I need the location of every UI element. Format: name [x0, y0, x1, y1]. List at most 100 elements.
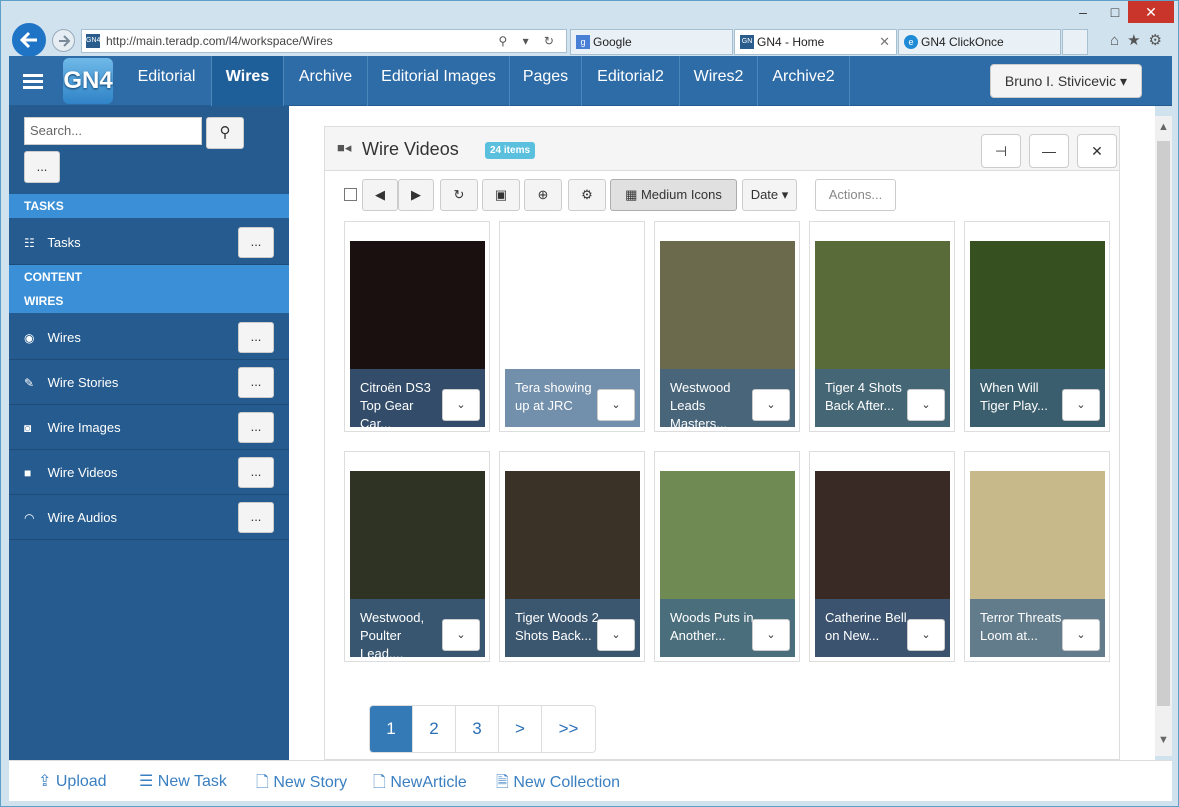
- sidebar-item-wire-images[interactable]: ◙ Wire Images ...: [9, 405, 289, 450]
- sidebar-item-wire-videos[interactable]: ■ Wire Videos ...: [9, 450, 289, 495]
- hamburger-menu-icon[interactable]: [23, 74, 43, 77]
- page-next[interactable]: >: [499, 706, 542, 752]
- sidebar-item-tasks[interactable]: ☷ Tasks ...: [9, 220, 289, 265]
- scroll-down-icon[interactable]: ▼: [1155, 734, 1172, 746]
- video-thumbnail[interactable]: Terror Threats Loom at... ⌄: [970, 471, 1105, 657]
- new-tab-button[interactable]: [1062, 29, 1088, 55]
- refresh-button[interactable]: ↻: [440, 179, 478, 211]
- sidebar-item-wires[interactable]: ◉ Wires ...: [9, 315, 289, 360]
- video-card[interactable]: Tiger Woods 2 Shots Back... ⌄: [499, 451, 645, 662]
- url-text: http://main.teradp.com/l4/workspace/Wire…: [106, 34, 333, 48]
- pin-button[interactable]: ⊣: [981, 134, 1021, 168]
- zoom-button[interactable]: ⊕: [524, 179, 562, 211]
- wires-more-button[interactable]: ...: [238, 322, 274, 353]
- wire-audios-more-button[interactable]: ...: [238, 502, 274, 533]
- search-button[interactable]: ⚲: [206, 117, 244, 149]
- page-last[interactable]: >>: [542, 706, 595, 752]
- video-thumbnail[interactable]: Catherine Bell on New... ⌄: [815, 471, 950, 657]
- nav-editorial2[interactable]: Editorial2: [582, 56, 680, 106]
- wire-stories-more-button[interactable]: ...: [238, 367, 274, 398]
- card-menu-button[interactable]: ⌄: [442, 619, 480, 651]
- address-bar[interactable]: GN4 http://main.teradp.com/l4/workspace/…: [81, 29, 567, 53]
- new-story-link[interactable]: 🗋 New Story: [256, 771, 347, 798]
- camera-icon: ◙: [24, 421, 32, 435]
- card-menu-button[interactable]: ⌄: [442, 389, 480, 421]
- video-card[interactable]: Tera showing up at JRC ⌄: [499, 221, 645, 432]
- pagination: 1 2 3 > >>: [369, 705, 596, 753]
- wire-images-more-button[interactable]: ...: [238, 412, 274, 443]
- new-collection-link[interactable]: 🗎 New Collection: [496, 771, 620, 798]
- video-card[interactable]: Citroën DS3 Top Gear Car... ⌄: [344, 221, 490, 432]
- forward-button[interactable]: [52, 29, 75, 52]
- video-card[interactable]: When Will Tiger Play... ⌄: [964, 221, 1110, 432]
- page-2[interactable]: 2: [413, 706, 456, 752]
- nav-archive[interactable]: Archive: [284, 56, 368, 106]
- new-article-link[interactable]: 🗋 NewArticle: [373, 771, 467, 798]
- tab-gn4-clickonce[interactable]: e GN4 ClickOnce: [898, 29, 1061, 55]
- new-task-link[interactable]: ☰ New Task: [139, 771, 227, 791]
- card-menu-button[interactable]: ⌄: [752, 619, 790, 651]
- settings-button[interactable]: ⚙: [568, 179, 606, 211]
- nav-wires[interactable]: Wires: [212, 56, 284, 106]
- select-all-checkbox[interactable]: [344, 188, 357, 201]
- video-card[interactable]: Westwood, Poulter Lead,... ⌄: [344, 451, 490, 662]
- tab-close-icon[interactable]: ✕: [879, 30, 890, 54]
- nav-pages[interactable]: Pages: [510, 56, 582, 106]
- upload-link[interactable]: ⇪ Upload: [38, 771, 107, 791]
- view-mode-button[interactable]: ▦ Medium Icons: [610, 179, 737, 211]
- card-menu-button[interactable]: ⌄: [907, 389, 945, 421]
- card-menu-button[interactable]: ⌄: [752, 389, 790, 421]
- save-button[interactable]: ▣: [482, 179, 520, 211]
- card-menu-button[interactable]: ⌄: [907, 619, 945, 651]
- nav-wires2[interactable]: Wires2: [680, 56, 758, 106]
- sidebar-item-wire-audios[interactable]: ◠ Wire Audios ...: [9, 495, 289, 540]
- video-thumbnail[interactable]: Tera showing up at JRC ⌄: [505, 241, 640, 427]
- video-thumbnail[interactable]: When Will Tiger Play... ⌄: [970, 241, 1105, 427]
- tab-gn4-home[interactable]: GN GN4 - Home ✕: [734, 29, 897, 55]
- close-panel-button[interactable]: ✕: [1077, 134, 1117, 168]
- search-input[interactable]: Search...: [24, 117, 202, 145]
- nav-archive2[interactable]: Archive2: [758, 56, 850, 106]
- minimize-panel-button[interactable]: —: [1029, 134, 1069, 168]
- video-card[interactable]: Woods Puts in Another... ⌄: [654, 451, 800, 662]
- video-thumbnail[interactable]: Citroën DS3 Top Gear Car... ⌄: [350, 241, 485, 427]
- video-thumbnail[interactable]: Woods Puts in Another... ⌄: [660, 471, 795, 657]
- video-card[interactable]: Catherine Bell on New... ⌄: [809, 451, 955, 662]
- google-favicon-icon: g: [576, 35, 590, 49]
- sidebar-item-label: Wire Videos: [47, 465, 118, 480]
- back-button[interactable]: ◀: [362, 179, 398, 211]
- back-arrow-icon: [19, 31, 37, 49]
- video-thumbnail[interactable]: Westwood Leads Masters... ⌄: [660, 241, 795, 427]
- nav-editorial[interactable]: Editorial: [122, 56, 212, 106]
- sort-date-dropdown[interactable]: Date ▾: [742, 179, 797, 211]
- sidebar-more-button[interactable]: ...: [24, 151, 60, 183]
- page-3[interactable]: 3: [456, 706, 499, 752]
- user-menu-button[interactable]: Bruno I. Stivicevic ▾: [990, 64, 1142, 98]
- browser-tools-icons[interactable]: ⌂★⚙: [1110, 31, 1170, 49]
- page-1[interactable]: 1: [370, 706, 413, 752]
- card-menu-button[interactable]: ⌄: [597, 619, 635, 651]
- scroll-thumb[interactable]: [1157, 141, 1170, 706]
- card-menu-button[interactable]: ⌄: [1062, 389, 1100, 421]
- tasks-more-button[interactable]: ...: [238, 227, 274, 258]
- address-tools[interactable]: ⚲ ▾ ↻: [498, 30, 560, 52]
- video-thumbnail[interactable]: Tiger Woods 2 Shots Back... ⌄: [505, 471, 640, 657]
- video-card[interactable]: Tiger 4 Shots Back After... ⌄: [809, 221, 955, 432]
- actions-button[interactable]: Actions...: [815, 179, 896, 211]
- scroll-up-icon[interactable]: ▲: [1155, 121, 1172, 133]
- video-thumbnail[interactable]: Westwood, Poulter Lead,... ⌄: [350, 471, 485, 657]
- card-menu-button[interactable]: ⌄: [1062, 619, 1100, 651]
- card-menu-button[interactable]: ⌄: [597, 389, 635, 421]
- close-window-button[interactable]: ✕: [1128, 1, 1174, 23]
- vertical-scrollbar[interactable]: ▲ ▼: [1155, 116, 1172, 756]
- forward-button[interactable]: ▶: [398, 179, 434, 211]
- wire-videos-more-button[interactable]: ...: [238, 457, 274, 488]
- back-button[interactable]: [10, 21, 48, 59]
- video-card[interactable]: Westwood Leads Masters... ⌄: [654, 221, 800, 432]
- nav-editorial-images[interactable]: Editorial Images: [368, 56, 510, 106]
- tab-google[interactable]: g Google: [570, 29, 733, 55]
- sidebar-item-wire-stories[interactable]: ✎ Wire Stories ...: [9, 360, 289, 405]
- tab-label: GN4 ClickOnce: [921, 35, 1004, 49]
- video-thumbnail[interactable]: Tiger 4 Shots Back After... ⌄: [815, 241, 950, 427]
- video-card[interactable]: Terror Threats Loom at... ⌄: [964, 451, 1110, 662]
